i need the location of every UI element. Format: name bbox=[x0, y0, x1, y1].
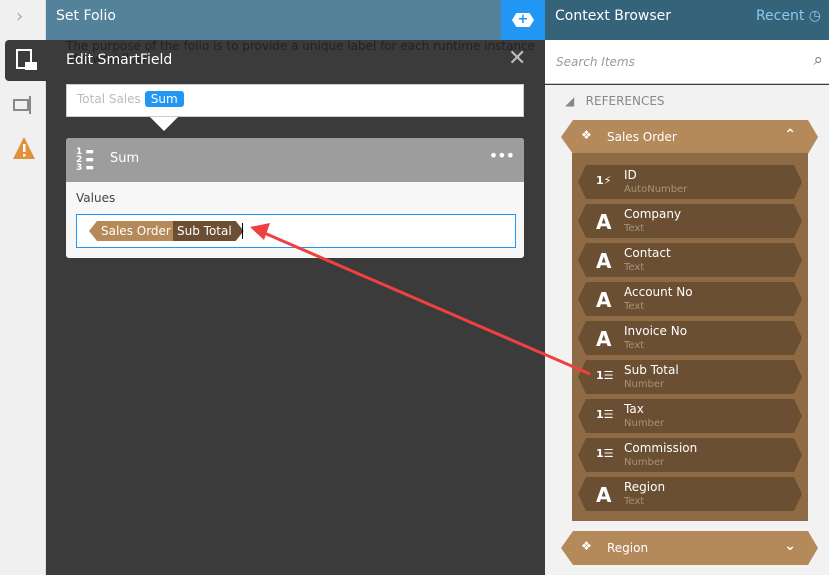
field-type: Number bbox=[624, 457, 665, 468]
context-tree: ◢ REFERENCES ❖ Sales Order ⌃ 1⚡ ID AutoNumbe… bbox=[545, 85, 829, 575]
field-type: Text bbox=[624, 262, 645, 273]
search-input[interactable]: Search Items ⌕ bbox=[545, 40, 829, 84]
field-item[interactable]: A Region Text bbox=[578, 477, 802, 511]
text-icon: A bbox=[596, 249, 612, 273]
number-icon: 1☰ bbox=[596, 408, 614, 421]
field-type: Text bbox=[624, 301, 645, 312]
add-button[interactable]: + bbox=[501, 0, 545, 40]
token-sales-order[interactable]: Sales Order bbox=[89, 221, 177, 241]
token-sub-total[interactable]: Sub Total bbox=[173, 221, 244, 241]
warning-icon[interactable] bbox=[12, 136, 36, 160]
field-item[interactable]: 1⚡ ID AutoNumber bbox=[578, 165, 802, 199]
chevron-down-icon[interactable]: ⌄ bbox=[784, 538, 796, 554]
field-name: ID bbox=[624, 168, 637, 182]
smartobject-icon: ❖ bbox=[581, 128, 592, 142]
expand-chevron-icon[interactable]: › bbox=[16, 6, 23, 27]
field-name: Contact bbox=[624, 246, 671, 260]
group-region[interactable]: ❖ Region ⌄ bbox=[561, 531, 818, 565]
field-item[interactable]: 1☰ Sub Total Number bbox=[578, 360, 802, 394]
field-name-input[interactable]: Total Sales Sum bbox=[66, 84, 524, 117]
field-item[interactable]: A Invoice No Text bbox=[578, 321, 802, 355]
plus-icon: + bbox=[512, 13, 534, 27]
chevron-up-icon[interactable]: ⌃ bbox=[784, 127, 796, 143]
function-name: Sum bbox=[110, 151, 140, 166]
field-type: AutoNumber bbox=[624, 184, 688, 195]
field-type: Text bbox=[624, 340, 645, 351]
edit-smartfield-dialog: The purpose of the folio is to provide a… bbox=[46, 40, 545, 575]
process-diagram-icon bbox=[16, 49, 37, 70]
values-label: Values bbox=[76, 191, 116, 205]
left-rail: › bbox=[0, 0, 46, 575]
field-item[interactable]: A Company Text bbox=[578, 204, 802, 238]
field-type: Number bbox=[624, 418, 665, 429]
field-name: Company bbox=[624, 207, 682, 221]
page-title: Set Folio bbox=[46, 0, 501, 40]
references-section[interactable]: ◢ REFERENCES bbox=[565, 94, 665, 108]
smartobject-icon: ❖ bbox=[581, 539, 592, 553]
field-type: Text bbox=[624, 496, 645, 507]
dialog-title: Edit SmartField bbox=[66, 52, 173, 68]
autonumber-icon: 1⚡ bbox=[596, 174, 612, 187]
search-icon[interactable]: ⌕ bbox=[813, 50, 823, 70]
field-type: Text bbox=[624, 223, 645, 234]
search-placeholder: Search Items bbox=[556, 55, 635, 69]
clock-icon: ◷ bbox=[808, 8, 821, 24]
values-input[interactable]: Sales Order Sub Total bbox=[76, 214, 516, 248]
more-options-icon[interactable]: ••• bbox=[489, 146, 515, 165]
field-name: Invoice No bbox=[624, 324, 688, 338]
recent-button[interactable]: Recent ◷ bbox=[756, 8, 821, 24]
group-sales-order[interactable]: ❖ Sales Order ⌃ bbox=[561, 120, 818, 154]
field-name: Sub Total bbox=[624, 363, 679, 377]
field-name: Tax bbox=[624, 402, 644, 416]
numbered-list-icon: 1 ▬ 2 ▬ 3 ▬ bbox=[76, 147, 94, 173]
references-label: REFERENCES bbox=[585, 94, 665, 108]
form-field-icon[interactable] bbox=[13, 95, 37, 115]
field-item[interactable]: A Account No Text bbox=[578, 282, 802, 316]
number-icon: 1☰ bbox=[596, 447, 614, 460]
field-item[interactable]: 1☰ Tax Number bbox=[578, 399, 802, 433]
function-card: 1 ▬ 2 ▬ 3 ▬ Sum ••• Values Sales Order Sub T… bbox=[66, 138, 524, 258]
group-label: Sales Order bbox=[607, 130, 677, 144]
text-icon: A bbox=[596, 210, 612, 234]
sales-order-fields: 1⚡ ID AutoNumber A Company Text A Contact Text A A… bbox=[572, 153, 808, 521]
pointer-caret bbox=[150, 117, 178, 131]
field-type: Number bbox=[624, 379, 665, 390]
text-icon: A bbox=[596, 327, 612, 351]
field-name: Total Sales bbox=[77, 92, 141, 106]
field-name: Commission bbox=[624, 441, 698, 455]
context-browser-header: Context Browser Recent ◷ bbox=[545, 0, 829, 40]
group-label: Region bbox=[607, 541, 649, 555]
text-cursor bbox=[242, 223, 243, 239]
field-name: Region bbox=[624, 480, 666, 494]
number-icon: 1☰ bbox=[596, 369, 614, 382]
field-name: Account No bbox=[624, 285, 693, 299]
tab-process[interactable] bbox=[5, 40, 46, 81]
field-item[interactable]: A Contact Text bbox=[578, 243, 802, 277]
recent-label: Recent bbox=[755, 8, 805, 24]
close-icon[interactable]: ✕ bbox=[508, 46, 526, 71]
field-item[interactable]: 1☰ Commission Number bbox=[578, 438, 802, 472]
context-browser-title: Context Browser bbox=[555, 8, 672, 24]
sum-badge[interactable]: Sum bbox=[144, 91, 184, 107]
text-icon: A bbox=[596, 483, 612, 507]
text-icon: A bbox=[596, 288, 612, 312]
